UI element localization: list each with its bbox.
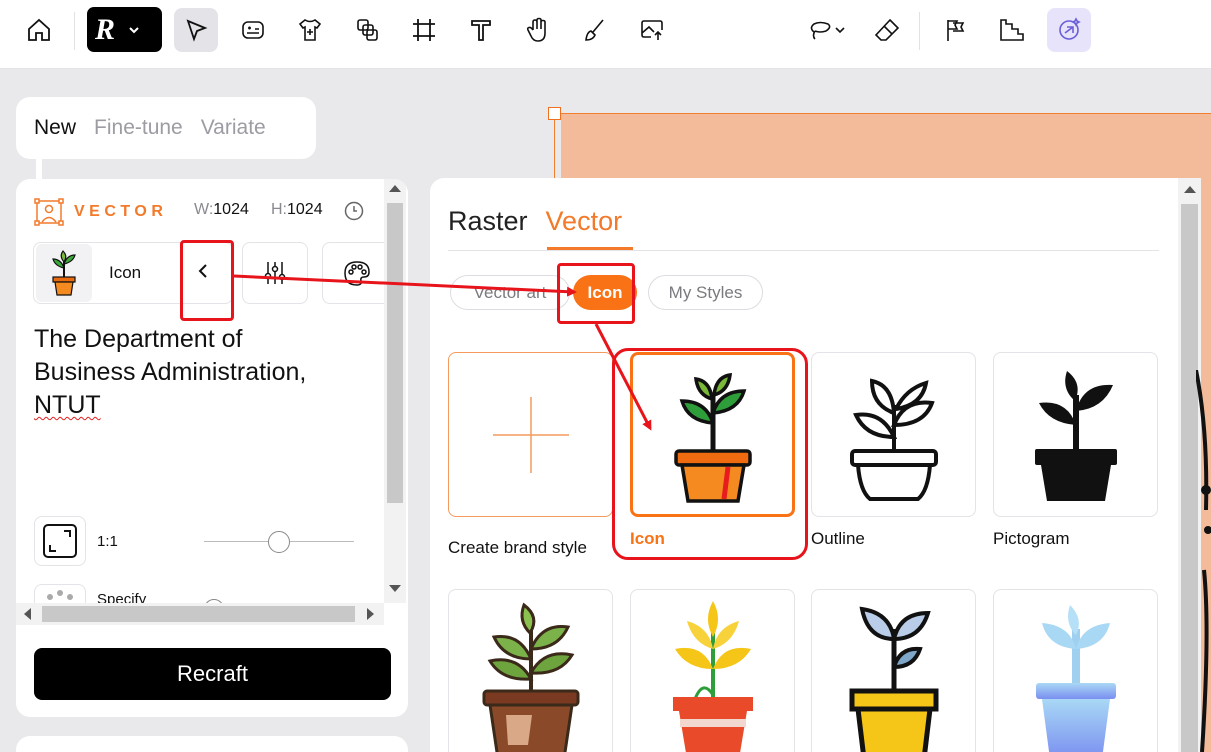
type-header: VECTOR (34, 197, 167, 227)
mockup-icon[interactable] (231, 8, 275, 52)
plus-icon (492, 396, 569, 473)
style-card-flat[interactable] (630, 589, 795, 752)
style-card-gradient[interactable] (993, 589, 1158, 752)
horizontal-scrollbar[interactable] (16, 603, 384, 625)
lasso-icon[interactable] (800, 8, 852, 52)
secondary-panel (16, 736, 408, 752)
aspect-ratio-icon (43, 524, 77, 558)
chip-my-styles[interactable]: My Styles (648, 275, 763, 310)
card-label: Create brand style (448, 538, 587, 557)
vertical-scrollbar[interactable] (384, 179, 406, 603)
settings-sliders-button[interactable] (242, 242, 308, 304)
mode-tabs: New Fine-tune Variate (16, 97, 316, 159)
prompt-line: NTUT (34, 391, 101, 419)
scroll-up-icon[interactable] (1184, 186, 1196, 193)
scrollbar-thumb[interactable] (42, 606, 355, 622)
ai-assist-icon[interactable] (1047, 8, 1091, 52)
style-card-bold[interactable] (811, 589, 976, 752)
hand-icon[interactable] (516, 8, 560, 52)
plant-pot-icon (36, 244, 92, 302)
frame-icon[interactable] (402, 8, 446, 52)
text-icon[interactable] (459, 8, 503, 52)
tab-vector[interactable]: Vector (546, 206, 623, 237)
style-card-icon[interactable] (630, 352, 795, 517)
scroll-down-icon[interactable] (389, 585, 401, 592)
scroll-left-icon[interactable] (24, 608, 31, 620)
pictogram-plant-icon (1034, 370, 1117, 501)
dots-icon (47, 590, 73, 600)
prompt-textarea[interactable]: The Department of Business Administratio… (34, 323, 374, 422)
aspect-ratio-button[interactable] (34, 516, 86, 566)
aspect-ratio-label: 1:1 (97, 533, 118, 550)
tab-new[interactable]: New (34, 116, 76, 140)
style-card-realistic[interactable] (448, 589, 613, 752)
create-brand-style-card[interactable] (448, 352, 613, 517)
generation-panel: VECTOR W:1024 H:1024 Icon The Department… (16, 179, 408, 717)
width-readout: W:1024 (194, 201, 249, 218)
scroll-right-icon[interactable] (367, 608, 374, 620)
selection-outline (561, 113, 1211, 114)
chip-vector-art[interactable]: Vector art (450, 275, 570, 310)
scroll-up-icon[interactable] (389, 185, 401, 192)
top-toolbar: R (0, 0, 1211, 69)
plant-pot-icon (673, 372, 752, 503)
height-readout: H:1024 (271, 201, 323, 218)
tshirt-add-icon[interactable] (288, 8, 332, 52)
flags-icon[interactable] (933, 8, 977, 52)
brand-menu-button[interactable]: R (87, 7, 162, 52)
yellow-pot-plant-icon (849, 606, 938, 752)
tab-divider (448, 250, 1159, 251)
home-icon[interactable] (17, 8, 61, 52)
card-label: Pictogram (993, 529, 1070, 548)
style-name: Icon (109, 263, 142, 282)
image-upload-icon[interactable] (630, 8, 674, 52)
style-card-outline[interactable] (811, 352, 976, 517)
recraft-logo-icon: R (95, 12, 116, 46)
gradient-plant-icon (1035, 605, 1116, 752)
style-picker-panel: Raster Vector Vector art Icon My Styles … (430, 178, 1201, 752)
toolbar-divider (919, 12, 920, 50)
scrollbar-thumb[interactable] (387, 203, 403, 503)
chevron-down-icon (129, 26, 139, 33)
brown-pot-plant-icon (482, 602, 579, 752)
stairs-icon[interactable] (990, 8, 1034, 52)
tab-fine-tune[interactable]: Fine-tune (94, 116, 183, 140)
brush-icon[interactable] (573, 8, 617, 52)
select-arrow-icon[interactable] (174, 8, 218, 52)
resize-handle[interactable] (548, 107, 561, 120)
type-label: VECTOR (74, 203, 168, 220)
history-clock-icon[interactable] (344, 201, 364, 221)
panel-connector (36, 155, 42, 181)
tab-raster[interactable]: Raster (448, 206, 528, 237)
card-label: Outline (811, 529, 865, 548)
eraser-icon[interactable] (865, 8, 909, 52)
tab-variate[interactable]: Variate (201, 116, 266, 140)
toolbar-divider (74, 12, 75, 50)
active-tab-indicator (547, 247, 633, 250)
chip-icon[interactable]: Icon (573, 275, 637, 310)
card-label: Icon (630, 529, 665, 548)
prompt-line: Business Administration, (34, 358, 307, 386)
aspect-ratio-slider-knob[interactable] (267, 531, 290, 553)
palette-icon (344, 261, 370, 286)
recraft-button[interactable]: Recraft (34, 648, 391, 700)
picker-tabs: Raster Vector (448, 206, 622, 237)
chevron-left-icon[interactable] (196, 262, 210, 280)
outline-plant-icon (849, 378, 938, 501)
canvas-artwork-edge (1196, 370, 1211, 752)
style-card-pictogram[interactable] (993, 352, 1158, 517)
yellow-leaf-plant-icon (672, 601, 753, 752)
layers-icon[interactable] (345, 8, 389, 52)
vector-image-icon (34, 198, 64, 226)
prompt-line: The Department of (34, 325, 243, 353)
color-palette-button[interactable] (322, 242, 392, 304)
sliders-icon (264, 262, 286, 284)
